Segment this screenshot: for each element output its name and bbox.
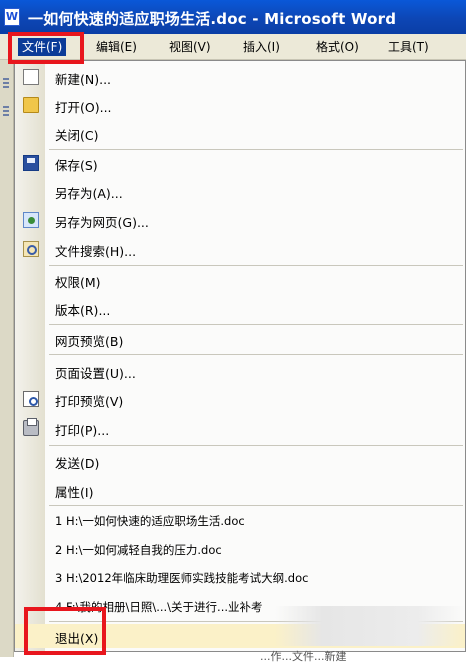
menu-separator: [49, 149, 463, 150]
toolbar-grip-handle[interactable]: [3, 78, 9, 90]
menu-item-label: 另存为(A)...: [55, 186, 123, 201]
open-folder-icon: [23, 97, 39, 113]
menu-format[interactable]: 格式(O): [316, 38, 359, 56]
menu-item-save-as[interactable]: 另存为(A)...: [15, 179, 465, 203]
menu-item-save-as-web[interactable]: 另存为网页(G)...: [15, 208, 465, 232]
file-search-icon: [23, 241, 39, 257]
menu-tools[interactable]: 工具(T): [388, 38, 429, 56]
menu-file[interactable]: 文件(F): [18, 38, 67, 56]
menu-item-print[interactable]: 打印(P)...: [15, 416, 465, 440]
menu-item-label: 4 F:\我的相册\日照\...\关于进行...业补考: [55, 600, 263, 614]
menu-item-label: 页面设置(U)...: [55, 366, 136, 381]
menu-item-open[interactable]: 打开(O)...: [15, 93, 465, 117]
menu-item-web-preview[interactable]: 网页预览(B): [15, 327, 465, 351]
menu-item-permission[interactable]: 权限(M): [15, 268, 465, 292]
save-disk-icon: [23, 155, 39, 171]
menu-item-close[interactable]: 关闭(C): [15, 121, 465, 145]
menu-item-save[interactable]: 保存(S): [15, 151, 465, 175]
file-menu-dropdown: 新建(N)... 打开(O)... 关闭(C) 保存(S) 另存为(A)... …: [14, 60, 466, 652]
menu-item-file-search[interactable]: 文件搜索(H)...: [15, 237, 465, 261]
menu-item-label: 版本(R)...: [55, 303, 111, 318]
menu-item-label: 另存为网页(G)...: [55, 215, 149, 230]
recent-file-1[interactable]: 1 H:\一如何快速的适应职场生活.doc: [15, 509, 465, 533]
menu-item-label: 打印预览(V): [55, 394, 124, 409]
menu-separator: [49, 505, 463, 506]
menu-item-label: 权限(M): [55, 275, 101, 290]
menu-separator: [49, 265, 463, 266]
menu-item-label: 保存(S): [55, 158, 98, 173]
title-bar: W 一如何快速的适应职场生活.doc - Microsoft Word: [0, 0, 466, 34]
menu-icon-column: [15, 61, 45, 651]
toolbar-strip: [0, 60, 14, 657]
menu-view[interactable]: 视图(V): [169, 38, 211, 56]
menu-item-print-preview[interactable]: 打印预览(V): [15, 387, 465, 411]
menu-item-versions[interactable]: 版本(R)...: [15, 296, 465, 320]
menu-item-label: 打开(O)...: [55, 100, 112, 115]
menu-item-label: 文件搜索(H)...: [55, 244, 137, 259]
menu-separator: [49, 324, 463, 325]
menu-item-page-setup[interactable]: 页面设置(U)...: [15, 359, 465, 383]
recent-file-2[interactable]: 2 H:\一如何减轻自我的压力.doc: [15, 538, 465, 562]
recent-file-3[interactable]: 3 H:\2012年临床助理医师实践技能考试大纲.doc: [15, 566, 465, 590]
menu-item-label: 网页预览(B): [55, 334, 124, 349]
menu-item-label: 退出(X): [55, 631, 99, 646]
printer-icon: [23, 418, 39, 436]
menu-item-new[interactable]: 新建(N)...: [15, 65, 465, 89]
print-preview-icon: [23, 391, 39, 407]
menu-item-label: 3 H:\2012年临床助理医师实践技能考试大纲.doc: [55, 571, 309, 585]
window-title: 一如何快速的适应职场生活.doc - Microsoft Word: [28, 10, 397, 28]
document-text-fragment: ...作...文件...新建: [260, 650, 347, 663]
web-page-icon: [23, 212, 39, 228]
menu-item-label: 发送(D): [55, 456, 100, 471]
menu-separator: [49, 445, 463, 446]
word-app-icon[interactable]: W: [4, 8, 20, 26]
menu-edit[interactable]: 编辑(E): [96, 38, 137, 56]
menu-item-label: 关闭(C): [55, 128, 99, 143]
menu-item-label: 2 H:\一如何减轻自我的压力.doc: [55, 543, 222, 557]
new-document-icon: [23, 69, 39, 85]
blurred-region: [275, 606, 465, 646]
menu-separator: [49, 354, 463, 355]
menu-insert[interactable]: 插入(I): [243, 38, 280, 56]
menu-item-label: 打印(P)...: [55, 423, 110, 438]
toolbar-grip-handle[interactable]: [3, 106, 9, 118]
menu-item-send-to[interactable]: 发送(D): [15, 449, 465, 473]
menu-bar: 文件(F) 编辑(E) 视图(V) 插入(I) 格式(O) 工具(T): [0, 34, 466, 60]
menu-item-label: 1 H:\一如何快速的适应职场生活.doc: [55, 514, 245, 528]
menu-item-label: 属性(I): [55, 485, 94, 500]
menu-item-label: 新建(N)...: [55, 72, 112, 87]
menu-item-properties[interactable]: 属性(I): [15, 478, 465, 502]
